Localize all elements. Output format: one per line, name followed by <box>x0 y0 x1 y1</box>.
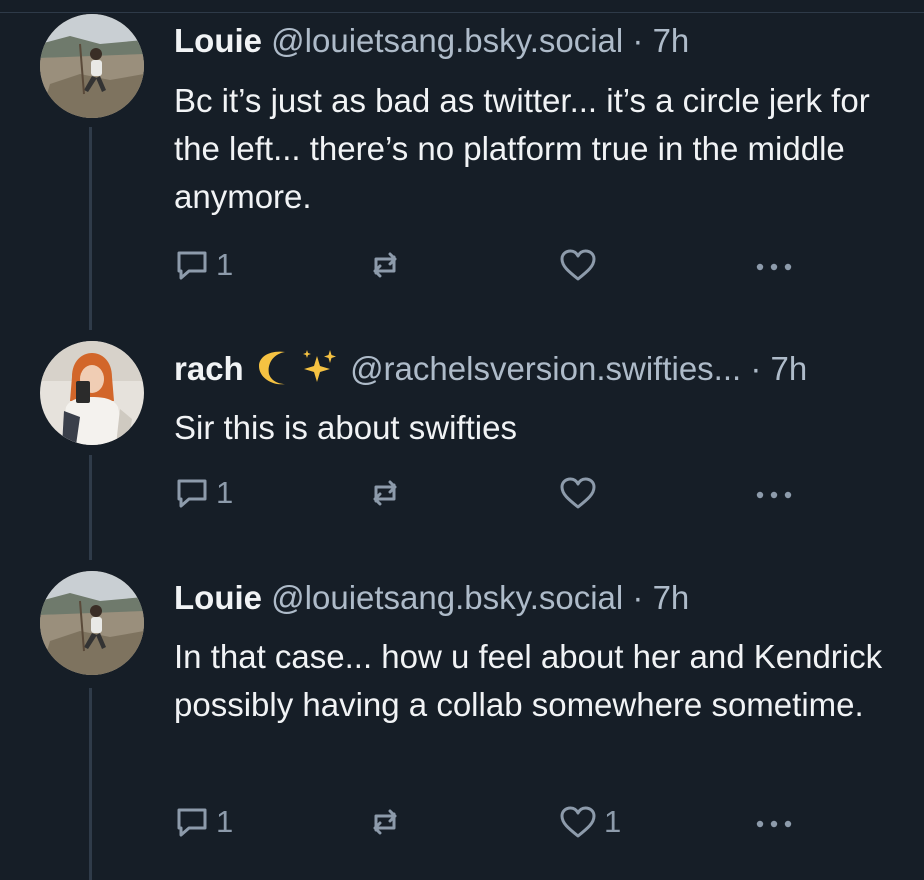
reply-count: 1 <box>216 475 234 510</box>
heart-icon <box>558 247 598 283</box>
post-actions: 1 <box>174 473 894 513</box>
post-text: Sir this is about swifties <box>174 409 517 446</box>
like-button[interactable]: 1 <box>558 802 621 842</box>
author-handle[interactable]: @louietsang.bsky.social <box>271 22 623 59</box>
post-header: Louie @louietsang.bsky.social · 7h <box>174 578 689 618</box>
reply-icon <box>174 804 210 840</box>
author-name[interactable]: Louie <box>174 579 262 616</box>
repost-button[interactable] <box>367 245 409 285</box>
reply-icon <box>174 475 210 511</box>
post-header: Louie @louietsang.bsky.social · 7h <box>174 21 689 61</box>
separator: · <box>632 579 644 616</box>
reply-count: 1 <box>216 804 234 839</box>
more-icon <box>752 247 796 283</box>
like-button[interactable] <box>558 245 604 285</box>
post-time[interactable]: 7h <box>771 350 808 387</box>
separator: · <box>750 350 762 387</box>
like-count: 1 <box>604 804 622 839</box>
separator: · <box>632 22 644 59</box>
repost-button[interactable] <box>367 473 409 513</box>
heart-icon <box>558 804 598 840</box>
sparkles-icon <box>299 348 339 395</box>
more-options-button[interactable] <box>752 245 796 285</box>
more-options-button[interactable] <box>752 802 796 842</box>
heart-icon <box>558 475 598 511</box>
repost-button[interactable] <box>367 802 409 842</box>
crescent-moon-icon <box>255 348 295 395</box>
avatar[interactable] <box>40 571 144 675</box>
post-actions: 1 <box>174 245 894 285</box>
post-text: In that case... how u feel about her and… <box>174 638 883 723</box>
post-time[interactable]: 7h <box>653 22 690 59</box>
author-name[interactable]: Louie <box>174 22 262 59</box>
thread-line <box>89 127 92 330</box>
more-icon <box>752 804 796 840</box>
avatar[interactable] <box>40 341 144 445</box>
like-button[interactable] <box>558 473 604 513</box>
author-handle[interactable]: @rachelsversion.swifties... <box>350 350 741 387</box>
reply-count: 1 <box>216 247 234 282</box>
more-options-button[interactable] <box>752 473 796 513</box>
repost-icon <box>367 475 403 511</box>
repost-icon <box>367 247 403 283</box>
more-icon <box>752 475 796 511</box>
author-name[interactable]: rach <box>174 350 244 387</box>
post-header: rach @rachelsversion.swifties... · 7h <box>174 348 807 395</box>
reply-button[interactable]: 1 <box>174 245 233 285</box>
thread-line <box>89 455 92 560</box>
top-divider <box>0 0 924 13</box>
reply-button[interactable]: 1 <box>174 473 233 513</box>
post-time[interactable]: 7h <box>653 579 690 616</box>
reply-button[interactable]: 1 <box>174 802 233 842</box>
post-actions: 1 1 <box>174 802 894 842</box>
reply-icon <box>174 247 210 283</box>
author-handle[interactable]: @louietsang.bsky.social <box>271 579 623 616</box>
post-text: Bc it’s just as bad as twitter... it’s a… <box>174 82 870 215</box>
thread-line <box>89 688 92 880</box>
repost-icon <box>367 804 403 840</box>
avatar[interactable] <box>40 14 144 118</box>
